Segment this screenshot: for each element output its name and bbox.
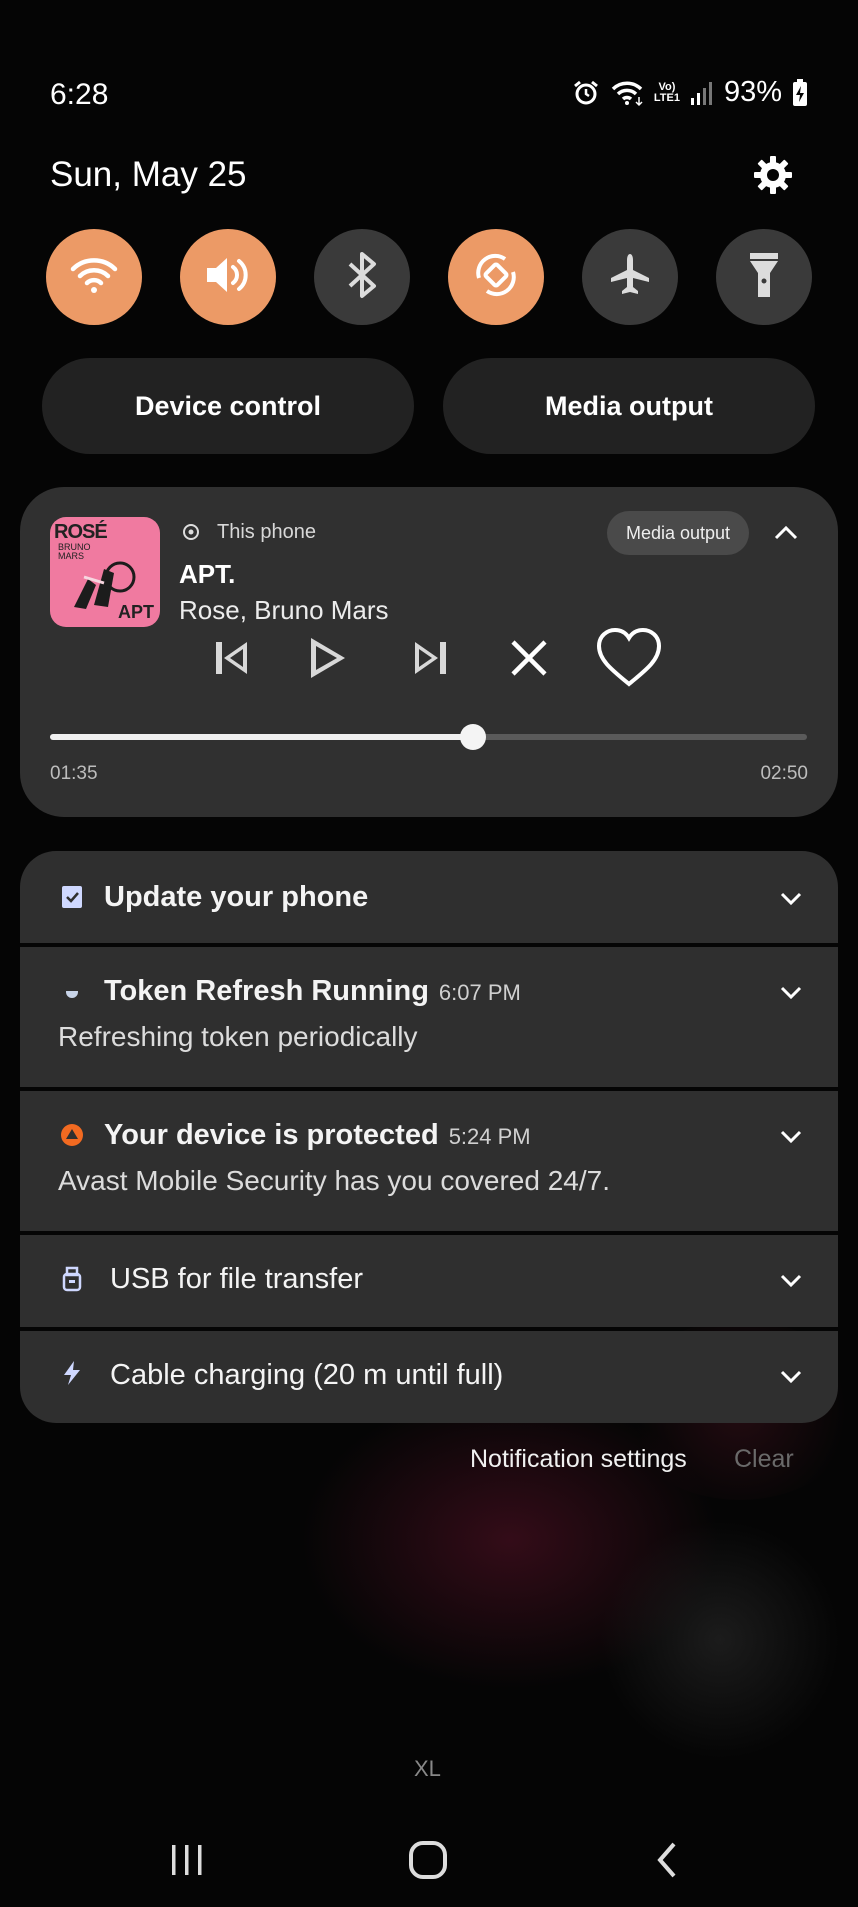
previous-button[interactable] — [208, 635, 254, 681]
status-bar: 6:28 Vo) LTE1 93% — [0, 70, 858, 120]
notification-item[interactable]: Cable charging (20 m until full) — [20, 1331, 838, 1423]
recents-icon — [172, 1845, 202, 1875]
notification-item[interactable]: Token Refresh Running 6:07 PM Refreshing … — [20, 947, 838, 1087]
chevron-down-icon[interactable] — [776, 1361, 806, 1391]
media-player-card: ROSÉ BRUNO MARS APT This phone Media out… — [20, 487, 838, 817]
recents-button[interactable] — [157, 1830, 217, 1890]
notification-item[interactable]: USB for file transfer — [20, 1235, 838, 1327]
airplane-icon — [606, 251, 654, 304]
notification-title: Your device is protected 5:24 PM — [104, 1119, 531, 1151]
avast-icon — [60, 1123, 84, 1147]
gear-icon[interactable] — [752, 154, 794, 196]
notification-item[interactable]: Your device is protected 5:24 PM Avast Mo… — [20, 1091, 838, 1231]
skip-previous-icon — [216, 642, 247, 674]
wifi-icon — [70, 255, 118, 300]
notification-time: 5:24 PM — [448, 1124, 531, 1149]
sound-toggle[interactable] — [180, 229, 276, 325]
date-label: Sun, May 25 — [50, 155, 247, 194]
bolt-icon — [60, 1361, 84, 1385]
status-icons: Vo) LTE1 93% — [572, 76, 808, 109]
notification-title: Token Refresh Running 6:07 PM — [104, 975, 521, 1007]
media-output-chip[interactable]: Media output — [607, 511, 749, 555]
alarm-icon — [572, 79, 600, 107]
clear-button[interactable]: Clear — [734, 1445, 794, 1474]
media-output-button[interactable]: Media output — [443, 358, 815, 454]
flashlight-toggle[interactable] — [716, 229, 812, 325]
chevron-down-icon[interactable] — [776, 1265, 806, 1295]
carrier-label: XL — [414, 1756, 441, 1781]
skip-next-icon — [415, 642, 446, 674]
clock: 6:28 — [50, 78, 109, 111]
battery-charging-icon — [792, 78, 808, 107]
notification-list: Update your phone Token Refresh Running 6… — [20, 851, 838, 1427]
wifi-toggle[interactable] — [46, 229, 142, 325]
song-artist: Rose, Bruno Mars — [179, 595, 389, 625]
system-update-icon — [60, 885, 84, 909]
notification-settings-link[interactable]: Notification settings — [470, 1445, 687, 1474]
heart-icon — [596, 627, 662, 687]
quick-settings-row — [46, 229, 812, 325]
rotate-icon — [471, 250, 521, 305]
chevron-down-icon[interactable] — [776, 883, 806, 913]
song-title: APT. — [179, 559, 236, 589]
notification-item[interactable]: Update your phone — [20, 851, 838, 943]
play-icon — [311, 638, 345, 678]
chevron-down-icon[interactable] — [776, 1121, 806, 1151]
notification-title: Update your phone — [104, 881, 369, 913]
bluetooth-toggle[interactable] — [314, 229, 410, 325]
battery-percent: 93% — [723, 76, 782, 108]
airplane-toggle[interactable] — [582, 229, 678, 325]
chevron-up-icon[interactable] — [770, 517, 802, 549]
flashlight-icon — [744, 249, 784, 306]
chevron-down-icon[interactable] — [776, 977, 806, 1007]
notification-title: Cable charging (20 m until full) — [110, 1359, 504, 1391]
app-logo-icon — [182, 523, 200, 541]
auto-rotate-toggle[interactable] — [448, 229, 544, 325]
seek-bar[interactable] — [50, 724, 807, 750]
close-icon — [511, 640, 547, 676]
home-icon — [409, 1841, 447, 1879]
seek-bar-progress — [50, 734, 474, 740]
bluetooth-icon — [342, 250, 382, 305]
home-button[interactable] — [398, 1830, 458, 1890]
favorite-button[interactable] — [594, 623, 664, 693]
seek-bar-thumb[interactable] — [460, 724, 487, 750]
elapsed-time: 01:35 — [50, 763, 98, 784]
next-button[interactable] — [408, 635, 454, 681]
wallpaper-glow — [600, 1520, 840, 1760]
usb-icon — [60, 1266, 84, 1292]
back-icon — [657, 1842, 676, 1878]
total-time: 02:50 — [760, 763, 808, 784]
notification-time: 6:07 PM — [438, 980, 521, 1005]
navigation-bar — [0, 1830, 858, 1890]
wifi-icon — [610, 79, 644, 107]
media-source-label: This phone — [217, 521, 316, 543]
signal-icon — [690, 80, 714, 106]
close-button[interactable] — [506, 635, 552, 681]
back-button[interactable] — [638, 1830, 698, 1890]
app-dot-icon — [60, 979, 84, 1003]
notification-body: Refreshing token periodically — [58, 1021, 418, 1052]
play-button[interactable] — [304, 635, 350, 681]
speaker-icon — [203, 253, 253, 302]
notification-body: Avast Mobile Security has you covered 24… — [58, 1165, 611, 1196]
notification-title: USB for file transfer — [110, 1263, 364, 1295]
device-control-button[interactable]: Device control — [42, 358, 414, 454]
volte-icon: Vo) LTE1 — [653, 80, 680, 104]
album-art[interactable]: ROSÉ BRUNO MARS APT — [50, 517, 160, 627]
